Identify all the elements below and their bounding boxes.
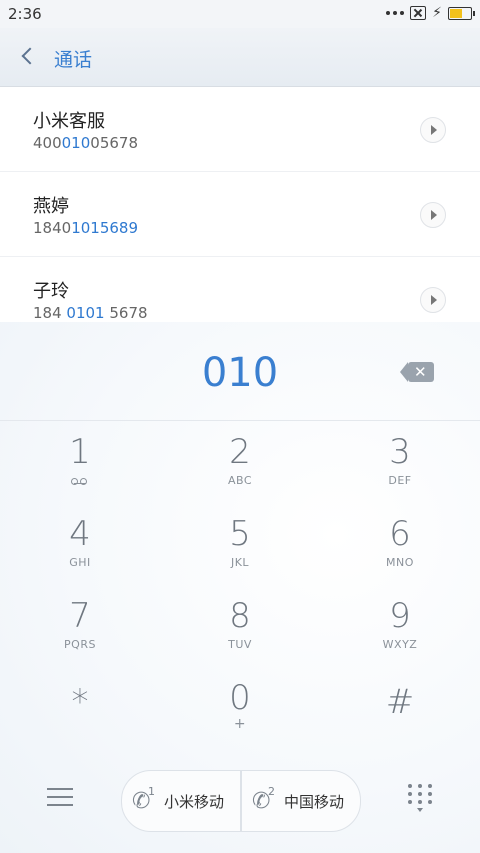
key-3[interactable]: 3 DEF <box>320 422 480 504</box>
no-sim-icon <box>410 6 427 20</box>
battery-icon <box>448 6 475 20</box>
dialpad-icon[interactable] <box>408 784 432 814</box>
call-sim1-label: 小米移动 <box>164 793 225 811</box>
key-8[interactable]: 8 TUV <box>160 586 320 668</box>
contact-item[interactable]: 小米客服 40001005678 <box>0 87 480 172</box>
contact-number: 184 0101 5678 <box>33 304 148 322</box>
backspace-icon[interactable]: ✕ <box>400 362 434 382</box>
hamburger-icon[interactable] <box>47 788 73 808</box>
key-0[interactable]: 0 + <box>160 668 320 750</box>
contact-detail-arrow-icon[interactable] <box>420 117 446 143</box>
contact-match-list: 小米客服 40001005678 燕婷 18401015689 子玲 184 0… <box>0 87 480 322</box>
contact-detail-arrow-icon[interactable] <box>420 287 446 313</box>
title-bar: 通话 <box>0 28 480 87</box>
key-1[interactable]: 1 <box>0 422 160 504</box>
dialpad-panel: 010 ✕ 1 2 ABC 3 DEF 4 GHI 5 JKL 6 MNO 7 PQRS 8… <box>0 322 480 853</box>
more-notifications-icon <box>386 11 405 15</box>
contact-name: 燕婷 <box>33 196 69 217</box>
status-time: 2:36 <box>8 5 42 23</box>
contact-number: 18401015689 <box>33 219 138 237</box>
key-hash[interactable]: # <box>320 668 480 750</box>
status-bar: 2:36 ⚡ <box>0 0 480 28</box>
contact-item[interactable]: 燕婷 18401015689 <box>0 172 480 257</box>
page-title: 通话 <box>54 49 93 71</box>
key-6[interactable]: 6 MNO <box>320 504 480 586</box>
call-sim2-button[interactable]: ✆ 2 中国移动 <box>241 770 361 832</box>
call-sim2-label: 中国移动 <box>284 793 345 811</box>
dial-entry: 010 ✕ <box>0 322 480 421</box>
contact-number: 40001005678 <box>33 134 138 152</box>
key-2[interactable]: 2 ABC <box>160 422 320 504</box>
key-star[interactable]: * <box>0 668 160 750</box>
key-4[interactable]: 4 GHI <box>0 504 160 586</box>
contact-name: 小米客服 <box>33 111 105 132</box>
status-icons: ⚡ <box>386 5 475 21</box>
back-chevron-icon[interactable] <box>18 46 36 66</box>
charging-icon: ⚡ <box>432 5 442 21</box>
contact-item[interactable]: 子玲 184 0101 5678 <box>0 257 480 322</box>
key-7[interactable]: 7 PQRS <box>0 586 160 668</box>
dial-actions: ✆ 1 小米移动 ✆ 2 中国移动 <box>0 762 480 853</box>
contact-detail-arrow-icon[interactable] <box>420 202 446 228</box>
call-sim1-button[interactable]: ✆ 1 小米移动 <box>121 770 241 832</box>
contact-name: 子玲 <box>33 281 69 302</box>
key-5[interactable]: 5 JKL <box>160 504 320 586</box>
voicemail-icon <box>71 478 89 485</box>
key-9[interactable]: 9 WXYZ <box>320 586 480 668</box>
